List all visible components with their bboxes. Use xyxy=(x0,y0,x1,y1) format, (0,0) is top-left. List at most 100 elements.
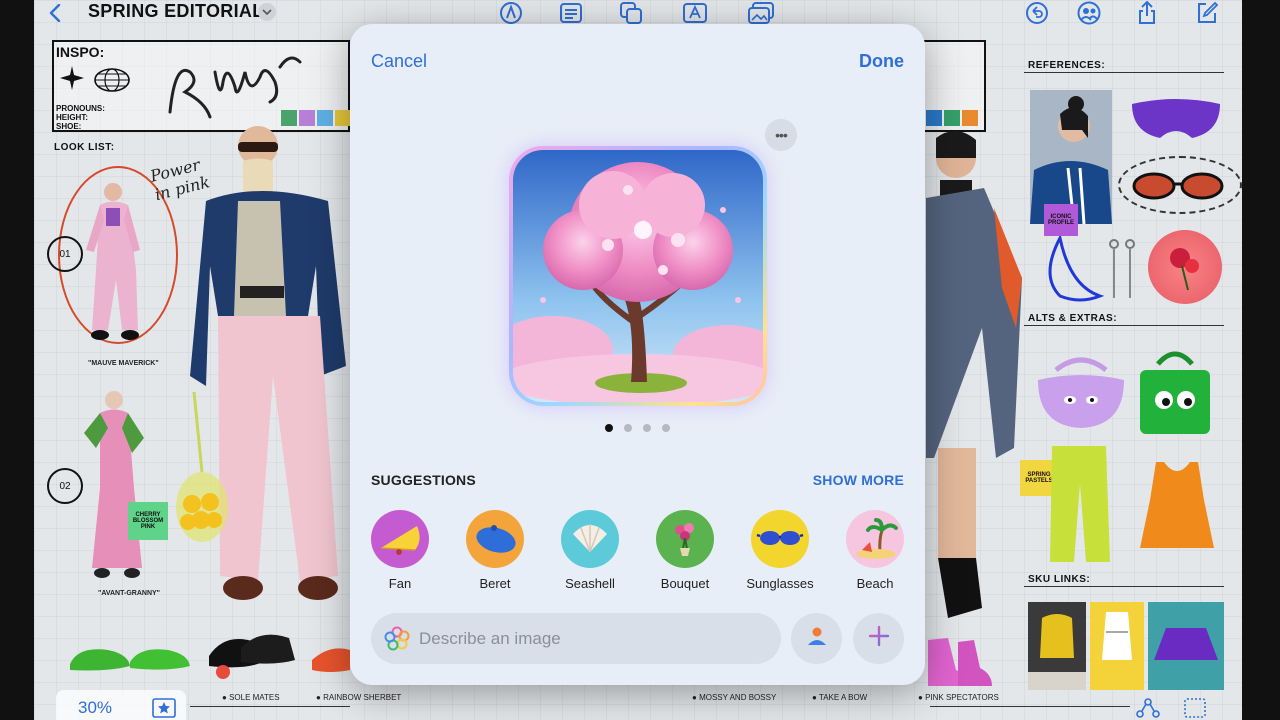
color-swatch xyxy=(962,110,978,126)
suggestion-seashell[interactable]: Seashell xyxy=(550,510,630,591)
seashell-icon xyxy=(561,510,619,568)
suggestion-label: Fan xyxy=(388,576,412,591)
add-button[interactable] xyxy=(853,613,904,664)
text-insert-icon[interactable] xyxy=(681,0,709,26)
bottom-label: ● MOSSY AND BOSSY xyxy=(692,693,777,702)
share-icon[interactable] xyxy=(1136,0,1158,26)
describe-image-input[interactable] xyxy=(419,613,769,664)
suggestion-beach[interactable]: Beach xyxy=(835,510,915,591)
inspo-title: INSPO: xyxy=(56,44,105,60)
look-02-figure[interactable] xyxy=(82,388,172,589)
blue-lanyard[interactable] xyxy=(1040,233,1110,311)
text-box-icon[interactable] xyxy=(558,0,584,26)
suggestion-label: Beach xyxy=(856,576,894,591)
black-shoes[interactable] xyxy=(205,626,297,687)
generated-image[interactable] xyxy=(513,150,763,402)
sku-card[interactable] xyxy=(1090,602,1144,690)
media-icon[interactable] xyxy=(746,0,776,26)
fan-icon xyxy=(371,510,429,568)
look-caption: "AVANT-GRANNY" xyxy=(98,590,160,597)
app-screen: SPRING EDITORIAL INSPO: PRONOUNS: HEIGHT… xyxy=(0,0,1280,720)
orange-shoes[interactable] xyxy=(310,640,350,681)
purple-sunglasses[interactable] xyxy=(1130,94,1222,151)
done-button[interactable]: Done xyxy=(859,51,904,72)
connector-icon[interactable] xyxy=(1136,698,1160,720)
bottom-label: ● RAINBOW SHERBET xyxy=(316,693,402,702)
sunglasses-icon xyxy=(751,510,809,568)
flower-photo[interactable] xyxy=(1148,230,1222,304)
undo-icon[interactable] xyxy=(1024,0,1050,26)
pink-boots[interactable] xyxy=(926,630,996,695)
suggestion-sunglasses[interactable]: Sunglasses xyxy=(740,510,820,591)
page-dot[interactable] xyxy=(643,424,651,432)
suggestion-beret[interactable]: Beret xyxy=(455,510,535,591)
purple-bag[interactable] xyxy=(1036,350,1126,435)
divider xyxy=(930,706,1130,707)
divider xyxy=(1024,72,1224,73)
sku-card[interactable] xyxy=(1148,602,1224,690)
sku-card[interactable] xyxy=(1028,602,1086,690)
favorite-star-icon[interactable] xyxy=(152,698,176,720)
divider xyxy=(190,706,350,707)
pen-tool-icon[interactable] xyxy=(498,0,524,26)
beret-icon xyxy=(466,510,524,568)
lemon-bag[interactable] xyxy=(174,391,230,547)
more-options-icon[interactable]: ••• xyxy=(765,119,797,151)
look-list-label: LOOK LIST: xyxy=(54,142,115,153)
prompt-field[interactable] xyxy=(371,613,781,664)
look-number-badge: 01 xyxy=(47,236,83,272)
references-label: REFERENCES: xyxy=(1028,60,1106,71)
suggestion-fan[interactable]: Fan xyxy=(360,510,440,591)
image-playground-icon xyxy=(384,626,410,652)
beach-icon xyxy=(846,510,904,568)
cancel-button[interactable]: Cancel xyxy=(371,51,427,72)
person-icon xyxy=(806,625,828,652)
suggestion-bouquet[interactable]: Bouquet xyxy=(645,510,725,591)
plus-icon xyxy=(868,625,890,652)
shoe-label: SHOE: xyxy=(56,122,82,131)
alts-extras-label: ALTS & EXTRAS: xyxy=(1028,313,1118,324)
generated-image-frame[interactable] xyxy=(509,146,767,406)
look-01-figure[interactable] xyxy=(78,180,158,355)
chevron-down-icon[interactable] xyxy=(258,3,276,21)
person-button[interactable] xyxy=(791,613,842,664)
star-icon xyxy=(60,66,84,95)
red-sunglasses[interactable] xyxy=(1130,170,1226,207)
green-bag[interactable] xyxy=(1138,344,1212,441)
suggestion-label: Bouquet xyxy=(660,576,710,591)
suggestions-heading: SUGGESTIONS xyxy=(371,472,476,488)
compose-icon[interactable] xyxy=(1194,0,1220,26)
bouquet-icon xyxy=(656,510,714,568)
page-indicator[interactable] xyxy=(605,424,670,432)
suggestion-label: Beret xyxy=(479,576,511,591)
back-icon[interactable] xyxy=(44,0,66,26)
model-figure-right[interactable] xyxy=(924,128,1034,633)
globe-icon xyxy=(94,68,130,97)
shapes-icon[interactable] xyxy=(618,0,644,26)
page-dot[interactable] xyxy=(662,424,670,432)
green-loafers[interactable] xyxy=(68,636,192,681)
bottom-label: ● PINK SPECTATORS xyxy=(918,693,999,702)
grid-view-icon[interactable] xyxy=(1184,698,1206,720)
page-dot[interactable] xyxy=(624,424,632,432)
yellow-pants[interactable] xyxy=(1046,444,1112,569)
show-more-button[interactable]: SHOW MORE xyxy=(813,472,904,488)
earrings[interactable] xyxy=(1108,238,1138,307)
zoom-level[interactable]: 30% xyxy=(78,698,112,718)
sticky-note[interactable]: CHERRY BLOSSOM PINK xyxy=(128,502,168,540)
pronouns-label: PRONOUNS: xyxy=(56,104,105,113)
sku-links-label: SKU LINKS: xyxy=(1028,574,1091,585)
image-generator-sheet: Cancel Done ••• SUGGESTIONS SHOW MORE Fa… xyxy=(350,24,925,685)
bottom-label: ● SOLE MATES xyxy=(222,693,280,702)
sticky-note[interactable]: ICONIC PROFILE xyxy=(1044,204,1078,236)
page-dot[interactable] xyxy=(605,424,613,432)
look-number-badge: 02 xyxy=(47,468,83,504)
document-title[interactable]: SPRING EDITORIAL xyxy=(88,1,263,22)
color-swatch xyxy=(944,110,960,126)
divider xyxy=(1024,325,1224,326)
divider xyxy=(1024,586,1224,587)
look-caption: "MAUVE MAVERICK" xyxy=(88,360,159,367)
orange-top[interactable] xyxy=(1138,460,1216,555)
bottom-label: ● TAKE A BOW xyxy=(812,693,868,702)
collaborate-icon[interactable] xyxy=(1074,0,1104,26)
